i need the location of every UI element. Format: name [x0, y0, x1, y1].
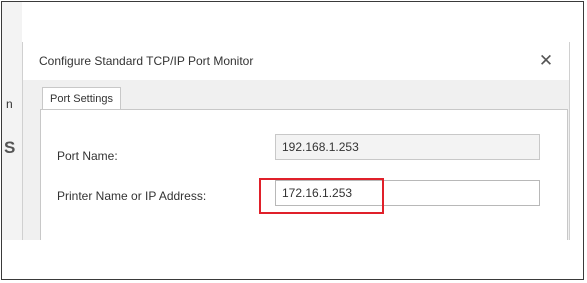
close-button[interactable]: ✕ [531, 48, 561, 74]
background-edge-text: S [4, 138, 16, 157]
printer-address-label: Printer Name or IP Address: [57, 189, 207, 203]
port-settings-panel: Port Name: 192.168.1.253 Printer Name or… [40, 109, 568, 240]
tab-port-settings[interactable]: Port Settings [42, 87, 121, 109]
port-name-field[interactable]: 192.168.1.253 [275, 134, 540, 160]
screenshot-frame: n S Configure Standard TCP/IP Port Monit… [1, 1, 584, 280]
dialog-title: Configure Standard TCP/IP Port Monitor [39, 54, 254, 68]
background-window-edge: n S [2, 2, 22, 240]
printer-address-field[interactable]: 172.16.1.253 [275, 180, 540, 206]
background-edge-text: n [6, 97, 13, 111]
close-icon: ✕ [538, 51, 554, 70]
port-name-label: Port Name: [57, 149, 118, 163]
configure-port-dialog: Configure Standard TCP/IP Port Monitor ✕… [22, 42, 570, 240]
dialog-titlebar: Configure Standard TCP/IP Port Monitor ✕ [23, 42, 569, 80]
